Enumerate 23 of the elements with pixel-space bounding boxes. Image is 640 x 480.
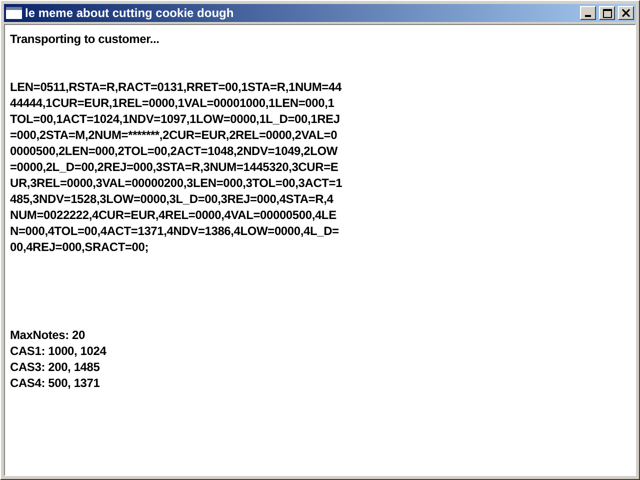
- window-title: le meme about cutting cookie dough: [25, 6, 235, 20]
- summary-line: CAS1: 1000, 1024: [10, 343, 108, 359]
- summary-line: CAS3: 200, 1485: [10, 359, 101, 375]
- message-line: UR,3REL=0000,3VAL=00000200,3LEN=000,3TOL=00,3ACT=1: [10, 175, 344, 191]
- message-line: TOL=00,1ACT=1024,1NDV=1097,1LOW=0000,1L_D=00,1REJ: [10, 111, 341, 127]
- message-line: 44444,1CUR=EUR,1REL=0000,1VAL=00001000,1LEN=000,1: [10, 95, 336, 111]
- message-line: =000,2STA=M,2NUM=*******,2CUR=EUR,2REL=0000,2VAL=0: [10, 127, 338, 143]
- maximize-button[interactable]: [599, 6, 615, 20]
- message-line: =0000,2L_D=00,2REJ=000,3STA=R,3NUM=1445320,3CUR=E: [10, 159, 340, 175]
- close-icon: [622, 9, 630, 17]
- close-button[interactable]: [618, 6, 634, 20]
- summary-line: CAS4: 500, 1371: [10, 375, 101, 391]
- message-line: NUM=0022222,4CUR=EUR,4REL=0000,4VAL=00000500,4LE: [10, 207, 338, 223]
- message-line: 00,4REJ=000,SRACT=00;: [10, 239, 150, 255]
- window-icon: [6, 6, 22, 20]
- maximize-icon: [602, 8, 612, 18]
- message-line: 485,3NDV=1528,3LOW=0000,3L_D=00,3REJ=000,4STA=R,4: [10, 191, 334, 207]
- status-text: Transporting to customer...: [10, 31, 160, 47]
- message-line: 0000500,2LEN=000,2TOL=00,2ACT=1048,2NDV=1049,2LOW: [10, 143, 339, 159]
- message-line: LEN=0511,RSTA=R,RACT=0131,RRET=00,1STA=R,1NUM=44: [10, 79, 343, 95]
- message-line: N=000,4TOL=00,4ACT=1371,4NDV=1386,4LOW=0000,4L_D=: [10, 223, 340, 239]
- minimize-button[interactable]: [580, 6, 596, 20]
- summary-line: MaxNotes: 20: [10, 327, 86, 343]
